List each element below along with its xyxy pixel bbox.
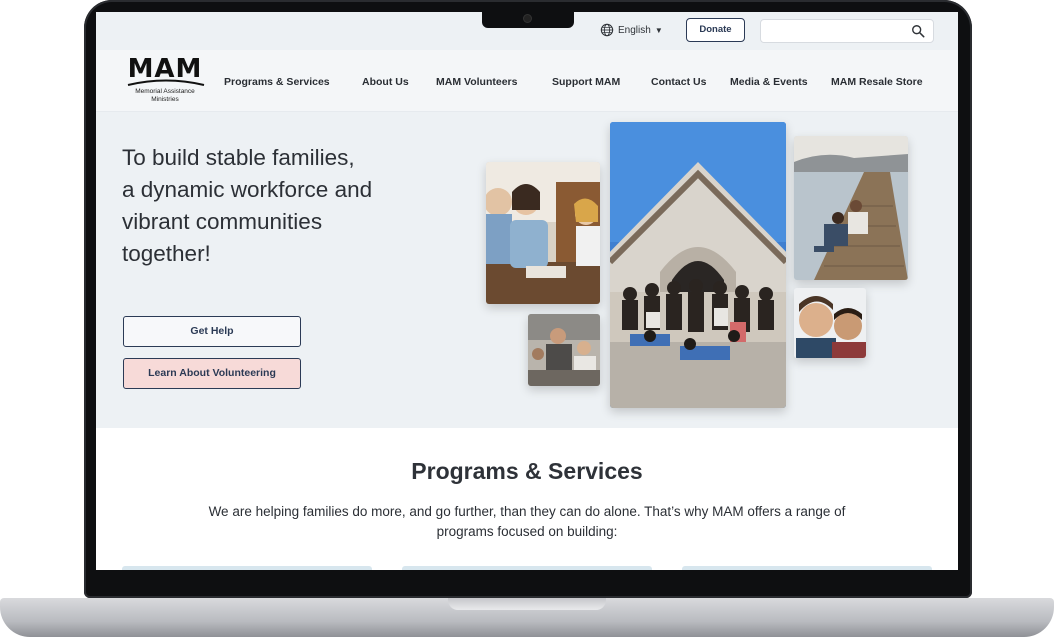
camera-notch xyxy=(482,10,574,28)
donate-button[interactable]: Donate xyxy=(686,18,745,42)
laptop-lid: English ▼ Donate MAM Memorial Assistance xyxy=(84,0,972,598)
laptop-base xyxy=(0,598,1054,637)
nav-item-contact[interactable]: Contact Us xyxy=(651,76,730,88)
program-card-2[interactable] xyxy=(402,566,652,570)
nav-item-programs[interactable]: Programs & Services xyxy=(224,76,362,88)
logo-swoosh xyxy=(127,79,205,86)
search-input[interactable] xyxy=(760,19,934,43)
logo-subtitle: Memorial Assistance Ministries xyxy=(122,88,208,104)
programs-title: Programs & Services xyxy=(411,458,643,484)
main-navbar: MAM Memorial Assistance Ministries Progr… xyxy=(96,50,958,112)
hero-line-3: vibrant communities xyxy=(122,209,323,234)
search-icon[interactable] xyxy=(911,24,925,38)
nav-item-media[interactable]: Media & Events xyxy=(730,76,831,88)
mam-logo[interactable]: MAM Memorial Assistance Ministries xyxy=(122,56,208,106)
learn-volunteering-button[interactable]: Learn About Volunteering xyxy=(123,358,301,389)
language-selector[interactable]: English ▼ xyxy=(600,23,663,37)
photo-two-boys xyxy=(794,288,866,358)
program-card-3[interactable] xyxy=(682,566,932,570)
photo-church-group xyxy=(610,122,786,408)
photo-dock-lake xyxy=(794,136,908,280)
hero-line-1: To build stable families, xyxy=(122,145,355,170)
logo-subtitle-line1: Memorial Assistance xyxy=(135,88,195,95)
program-card-1[interactable] xyxy=(122,566,372,570)
hero-line-4: together! xyxy=(122,241,211,266)
logo-subtitle-line2: Ministries xyxy=(151,96,179,103)
camera-dot xyxy=(524,15,531,22)
hero-line-2: a dynamic workforce and xyxy=(122,177,373,202)
caret-down-icon: ▼ xyxy=(654,25,663,35)
globe-icon xyxy=(600,23,614,37)
nav-items: Programs & Services About Us MAM Volunte… xyxy=(224,76,923,88)
website-screen: English ▼ Donate MAM Memorial Assistance xyxy=(96,12,958,570)
nav-item-support[interactable]: Support MAM xyxy=(552,76,651,88)
nav-item-about[interactable]: About Us xyxy=(362,76,436,88)
hero-section: To build stable families, a dynamic work… xyxy=(96,112,958,428)
hero-title: To build stable families, a dynamic work… xyxy=(122,142,442,270)
laptop-base-notch xyxy=(448,598,606,610)
programs-description: We are helping families do more, and go … xyxy=(208,504,846,539)
photo-students-studying xyxy=(486,162,600,304)
photo-small-group xyxy=(528,314,600,386)
get-help-button[interactable]: Get Help xyxy=(123,316,301,347)
nav-item-volunteers[interactable]: MAM Volunteers xyxy=(436,76,552,88)
nav-item-resale[interactable]: MAM Resale Store xyxy=(831,76,923,88)
language-label: English xyxy=(618,24,651,36)
